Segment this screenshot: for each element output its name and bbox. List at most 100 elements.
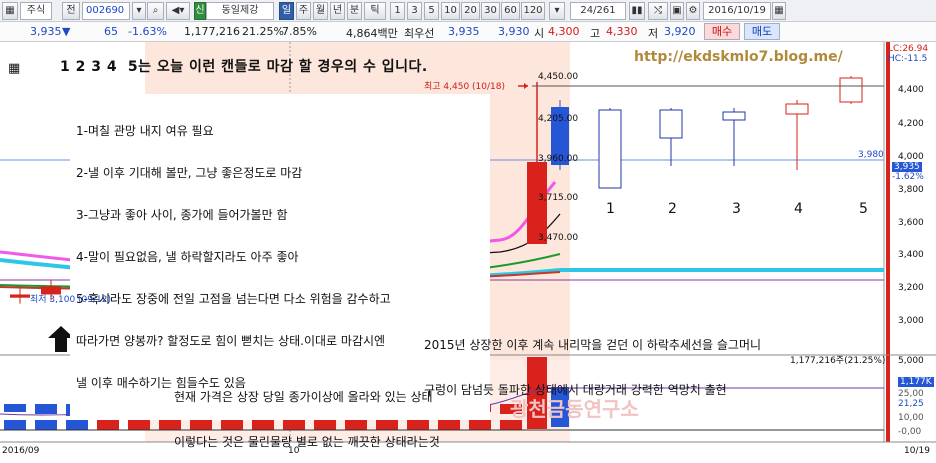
price-change-pct: -1.63% <box>128 25 167 38</box>
case-candle-5 <box>839 76 863 104</box>
date-field[interactable]: 2016/10/19 <box>703 2 771 20</box>
period-day-tab[interactable]: 일 <box>279 2 294 20</box>
volume-bar-secondary <box>35 420 57 430</box>
note-line: 2-낼 이후 기대해 볼만, 그냥 좋은정도로 마감 <box>76 166 303 180</box>
volume-bar-secondary <box>97 420 119 430</box>
big-red-candle <box>527 162 547 244</box>
comment-line: 구렁이 담넘듯 돌파한 상태에서 대량거래 강력한 역망치 출현 <box>424 383 727 397</box>
note-line: 1-며칠 관망 내지 여유 필요 <box>76 124 214 138</box>
price-mark-3715: 3,715.00 <box>538 193 579 203</box>
current-price-tag: 3,935 <box>892 162 922 172</box>
volume-value: 1,177,216 <box>184 25 240 38</box>
y-label-4400: 4,400 <box>898 85 924 95</box>
max-price-label: 최고 4,450 (10/18) <box>424 82 506 92</box>
high-label: 고 <box>590 27 601 40</box>
volume-bar <box>4 404 26 412</box>
studio-watermark: 광천금동연구소 <box>510 397 639 421</box>
speaker-icon[interactable]: ◀▾ <box>166 2 190 20</box>
comment-line: 2015년 상장한 이후 계속 내리막을 걷던 이 하락추세선을 슬그머니 <box>424 338 762 352</box>
period-tick-tab[interactable]: 틱 <box>364 2 386 20</box>
toolbar: ▦ 주식 전 002690 ▾ ⌕ ◀▾ 신 동일제강 일 주 월 년 분 틱 … <box>0 0 936 22</box>
y-label-3600: 3,600 <box>898 218 924 228</box>
calendar-icon[interactable]: ▦ <box>772 2 786 20</box>
interval-30[interactable]: 30 <box>481 2 500 20</box>
search-icon[interactable]: ⌕ <box>147 2 164 20</box>
period-week-tab[interactable]: 주 <box>296 2 311 20</box>
price-mark-3960: 3,960.00 <box>538 154 579 164</box>
ref-price-label: 3,980 <box>858 150 884 160</box>
low-label: 저 <box>648 27 659 40</box>
interval-60[interactable]: 60 <box>501 2 520 20</box>
interval-20[interactable]: 20 <box>461 2 480 20</box>
market-glyph-button[interactable]: 전 <box>62 2 80 20</box>
chart-area: ▦ 1 2 3 4 5는 오늘 이런 캔들로 마감 할 경우의 수 입니다. h… <box>0 42 936 463</box>
case-number-1: 1 <box>606 201 615 217</box>
min-price-label: 최저 3,100 (09/12) <box>30 295 112 305</box>
dropdown-icon[interactable]: ▾ <box>132 2 146 20</box>
period-minute-tab[interactable]: 분 <box>347 2 362 20</box>
volume-current-tag: 1,177K <box>898 377 934 387</box>
buy-button[interactable]: 매수 <box>704 23 740 40</box>
volume-label: 1,177,216주(21.25%) <box>790 356 886 366</box>
volume-bar-secondary <box>66 420 88 430</box>
price-change: 65 <box>104 25 118 38</box>
x-axis-start: 2016/09 <box>2 446 40 456</box>
candle <box>10 294 30 298</box>
interval-10[interactable]: 10 <box>441 2 460 20</box>
stock-code-input[interactable]: 002690 <box>82 2 130 20</box>
x-axis-mid: 10 <box>288 446 300 456</box>
interval-120[interactable]: 120 <box>521 2 545 20</box>
blog-watermark: http://ekdskmlo7.blog.me/ <box>634 49 843 65</box>
y-label-4200: 4,200 <box>898 119 924 129</box>
grid-icon[interactable]: ▦ <box>2 2 18 20</box>
stock-name-field[interactable]: 동일제강 <box>206 2 274 20</box>
period-dropdown[interactable]: ▾ <box>549 2 565 20</box>
high-value: 4,330 <box>606 25 638 38</box>
current-pct-tag: -1.62% <box>892 172 924 182</box>
sell-button[interactable]: 매도 <box>744 23 780 40</box>
case-candle-1 <box>598 108 622 189</box>
interval-3[interactable]: 3 <box>407 2 422 20</box>
down-arrow-icon: ▼ <box>62 25 71 38</box>
x-axis-end: 10/19 <box>904 446 930 456</box>
case-number-2: 2 <box>668 201 677 217</box>
y-label-3800: 3,800 <box>898 185 924 195</box>
hc-label: HC:-11.5 <box>888 54 928 64</box>
volume-note-line: 현재 가격은 상장 당일 종가이상에 올라와 있는 상태 <box>174 390 433 404</box>
gear-icon[interactable]: ⚙ <box>686 2 700 20</box>
open-label: 시 <box>534 27 545 40</box>
case-number-5: 5 <box>859 201 868 217</box>
note-line: 따라가면 양봉까? 할정도로 힘이 뻗치는 상태.이대로 마감시엔 <box>76 334 386 348</box>
interval-1[interactable]: 1 <box>390 2 405 20</box>
y-label-3000: 3,000 <box>898 316 924 326</box>
ask-price: 3,935 <box>448 25 480 38</box>
interval-5[interactable]: 5 <box>424 2 439 20</box>
stock-badge: 신 <box>194 2 206 20</box>
v-axis-top: 5,000 <box>898 356 924 366</box>
market-select[interactable]: 주식 <box>20 2 52 20</box>
link-icon[interactable]: ⤭ <box>648 2 668 20</box>
open-value: 4,300 <box>548 25 580 38</box>
bars-icon[interactable]: ▮▮ <box>629 2 645 20</box>
period-year-tab[interactable]: 년 <box>330 2 345 20</box>
v-pct-d: -0,00 <box>898 427 922 437</box>
volume-note: 현재 가격은 상장 당일 종가이상에 올라와 있는 상태 이렇다는 것은 물린물… <box>170 360 444 463</box>
price-mark-4205: 4,205.00 <box>538 114 579 124</box>
period-month-tab[interactable]: 월 <box>313 2 328 20</box>
volume-note-line: 이렇다는 것은 물린물량 별로 없는 깨끗한 상태라는것 <box>174 435 440 449</box>
volume-bar-secondary <box>128 420 150 430</box>
price-mark-4450: 4,450.00 <box>538 72 579 82</box>
low-value: 3,920 <box>664 25 696 38</box>
stock-chart-app: ▦ 주식 전 002690 ▾ ⌕ ◀▾ 신 동일제강 일 주 월 년 분 틱 … <box>0 0 936 463</box>
volume-bar <box>35 404 57 414</box>
v-pct-c: 10,00 <box>898 413 924 423</box>
note-line: 3-그냥과 좋아 사이, 종가에 들어가볼만 함 <box>76 208 288 222</box>
note-line: 5-혹시라도 장중에 전일 고점을 넘는다면 다소 위험을 감수하고 <box>76 292 391 306</box>
save-icon[interactable]: ▣ <box>670 2 684 20</box>
grid-icon[interactable]: ▦ <box>8 61 20 76</box>
candle <box>41 286 61 295</box>
y-label-4000: 4,000 <box>898 152 924 162</box>
turnover-rate: 7.85% <box>282 25 317 38</box>
current-price: 3,935 <box>30 25 62 38</box>
volume-bar-secondary <box>4 420 26 430</box>
